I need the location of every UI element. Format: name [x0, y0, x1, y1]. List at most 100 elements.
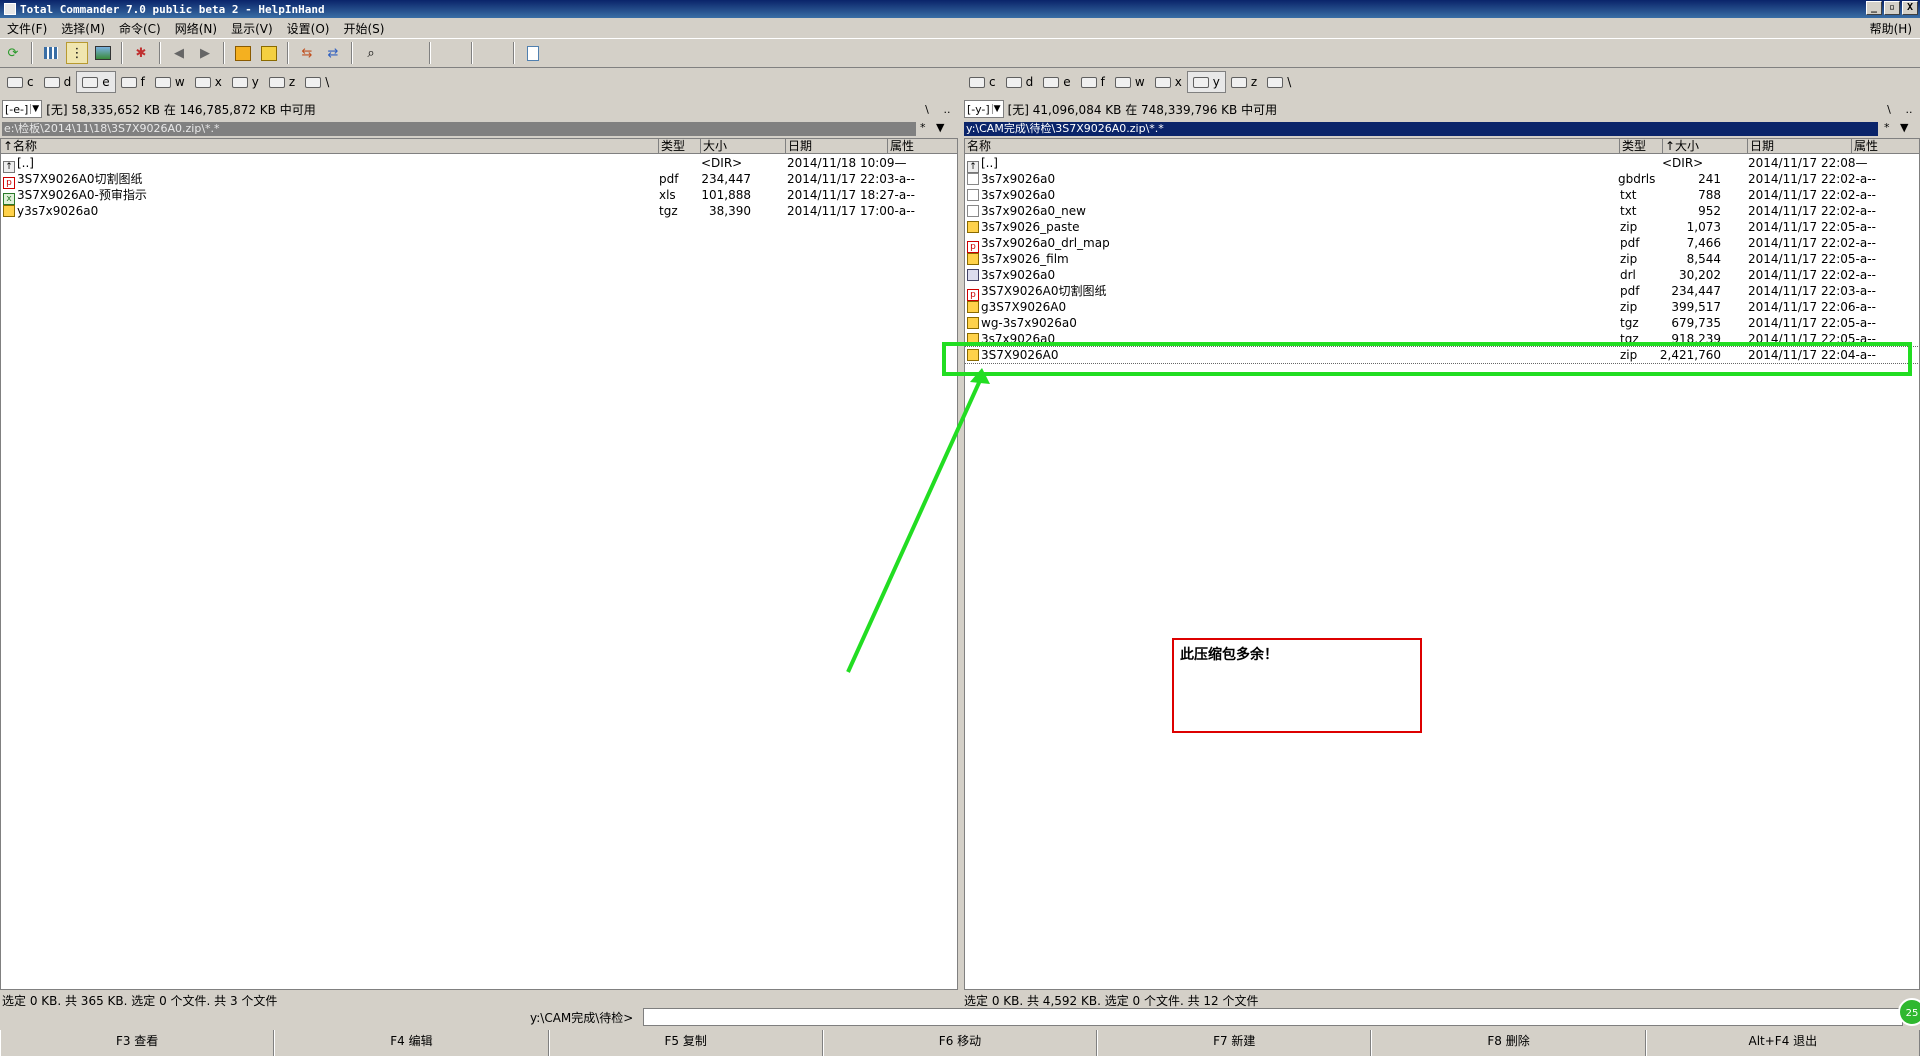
right-header-attr[interactable]: 属性	[1852, 139, 1919, 154]
pack-icon[interactable]	[232, 42, 254, 64]
right-drive-network[interactable]: \	[1262, 72, 1296, 92]
left-drive-c[interactable]: c	[2, 72, 39, 92]
file-row[interactable]: p 3S7X9026A0切割图纸 pdf 234,447 2014/11/17 2…	[1, 171, 957, 189]
annotation-note-text: 此压缩包多余！	[1180, 647, 1278, 663]
left-header-date[interactable]: 日期	[786, 139, 888, 154]
left-parent-button[interactable]: ..	[940, 103, 954, 116]
file-size: 399,517	[1671, 300, 1721, 314]
notepad-icon[interactable]	[522, 42, 544, 64]
f7-mkdir-button[interactable]: F7 新建	[1097, 1030, 1372, 1056]
refresh-icon[interactable]: ⟳	[2, 42, 24, 64]
left-drive-e[interactable]: e	[76, 71, 116, 93]
back-icon[interactable]: ◀	[168, 42, 190, 64]
left-drive-z[interactable]: z	[264, 72, 300, 92]
left-file-panel[interactable]: ↑名称 类型 大小 日期 属性 ↑ [..] <DIR> 2014/11/18 1…	[0, 138, 958, 990]
drive-label: w	[1134, 75, 1145, 89]
right-header-size[interactable]: ↑大小	[1663, 139, 1748, 154]
file-row[interactable]: 3s7x9026a0 drl 30,202 2014/11/17 22:02-a…	[965, 267, 1919, 283]
unpack-icon[interactable]	[258, 42, 280, 64]
find-icon[interactable]: ⌕	[360, 42, 382, 64]
menu-file[interactable]: 文件(F)	[0, 20, 54, 37]
right-drive-w[interactable]: w	[1110, 72, 1150, 92]
invert-selection-icon[interactable]: ✱	[130, 42, 152, 64]
file-row[interactable]: g3S7X9026A0 zip 399,517 2014/11/17 22:06…	[965, 299, 1919, 315]
file-row[interactable]: p 3s7x9026a0_drl_map pdf 7,466 2014/11/17…	[965, 235, 1919, 253]
right-header-date[interactable]: 日期	[1748, 139, 1852, 154]
file-row[interactable]: 3s7x9026a0 txt 788 2014/11/17 22:02-a--	[965, 187, 1919, 203]
file-row[interactable]: ↑ [..] <DIR> 2014/11/18 10:09—	[1, 155, 957, 173]
left-drive-network[interactable]: \	[300, 72, 334, 92]
maximize-button[interactable]: ▫	[1884, 1, 1900, 15]
alt-f4-exit-button[interactable]: Alt+F4 退出	[1645, 1030, 1920, 1056]
right-header-name[interactable]: 名称	[965, 139, 1620, 154]
left-drive-f[interactable]: f	[116, 72, 150, 92]
tree-icon[interactable]: ⋮	[66, 42, 88, 64]
file-row[interactable]: 3s7x9026a0 tgz 918,239 2014/11/17 22:05-…	[965, 331, 1919, 347]
right-file-panel[interactable]: 名称 类型 ↑大小 日期 属性 ↑ [..] <DIR> 2014/11/17 2…	[964, 138, 1920, 990]
file-row[interactable]: 3s7x9026a0 gbdrls 241 2014/11/17 22:02-a…	[965, 171, 1919, 187]
menu-select[interactable]: 选择(M)	[54, 20, 112, 37]
left-history-button[interactable]: ▼	[936, 121, 944, 134]
menu-help[interactable]: 帮助(H)	[1870, 20, 1912, 37]
right-drive-d[interactable]: d	[1001, 72, 1039, 92]
file-row[interactable]: 3s7x9026_paste zip 1,073 2014/11/17 22:0…	[965, 219, 1919, 235]
sync-dirs-icon[interactable]: ⇄	[322, 42, 344, 64]
file-date: 2014/11/17 22:05-a--	[1748, 220, 1876, 234]
left-root-button[interactable]: \	[920, 103, 934, 116]
file-row[interactable]: x 3S7X9026A0-预审指示 xls 101,888 2014/11/17 …	[1, 187, 957, 205]
toolbar-separator	[429, 42, 431, 64]
file-type: txt	[1620, 204, 1637, 218]
f5-copy-button[interactable]: F5 复制	[548, 1030, 823, 1056]
left-drive-d[interactable]: d	[39, 72, 77, 92]
minimize-button[interactable]: _	[1866, 1, 1882, 15]
brief-view-icon[interactable]	[40, 42, 62, 64]
menu-view[interactable]: 显示(V)	[224, 20, 280, 37]
command-line-input[interactable]	[643, 1008, 1903, 1026]
menu-network[interactable]: 网络(N)	[168, 20, 224, 37]
right-favorites-button[interactable]: *	[1884, 121, 1890, 134]
tray-badge-icon[interactable]: 25	[1898, 998, 1920, 1026]
right-drive-c[interactable]: c	[964, 72, 1001, 92]
right-root-button[interactable]: \	[1882, 103, 1896, 116]
f8-delete-button[interactable]: F8 删除	[1371, 1030, 1646, 1056]
right-drive-f[interactable]: f	[1076, 72, 1110, 92]
right-path-bar[interactable]: y:\CAM完成\待检\3S7X9026A0.zip\*.*	[964, 122, 1878, 136]
left-drive-x[interactable]: x	[190, 72, 227, 92]
forward-icon[interactable]: ▶	[194, 42, 216, 64]
left-drive-w[interactable]: w	[150, 72, 190, 92]
left-drive-y[interactable]: y	[227, 72, 264, 92]
f4-edit-button[interactable]: F4 编辑	[274, 1030, 549, 1056]
right-drive-y[interactable]: y	[1186, 71, 1226, 93]
file-row[interactable]: y3s7x9026a0 tgz 38,390 2014/11/17 17:00-…	[1, 203, 957, 219]
menu-commands[interactable]: 命令(C)	[112, 20, 168, 37]
file-row[interactable]: ↑ [..] <DIR> 2014/11/17 22:08—	[965, 155, 1919, 173]
file-row[interactable]: 3s7x9026_film zip 8,544 2014/11/17 22:05…	[965, 251, 1919, 267]
file-type: pdf	[1620, 236, 1640, 250]
menu-start[interactable]: 开始(S)	[336, 20, 391, 37]
left-favorites-button[interactable]: *	[920, 121, 926, 134]
file-row-focused[interactable]: 3S7X9026A0 zip 2,421,760 2014/11/17 22:0…	[965, 346, 1919, 364]
left-header-type[interactable]: 类型	[659, 139, 701, 154]
thumbnail-view-icon[interactable]	[92, 42, 114, 64]
left-header-size[interactable]: 大小	[701, 139, 786, 154]
right-header-type[interactable]: 类型	[1620, 139, 1663, 154]
right-parent-button[interactable]: ..	[1902, 103, 1916, 116]
left-header-name[interactable]: ↑名称	[1, 139, 659, 154]
file-size: 234,447	[1671, 284, 1721, 298]
f6-move-button[interactable]: F6 移动	[822, 1030, 1098, 1056]
menu-settings[interactable]: 设置(O)	[280, 20, 337, 37]
left-header-attr[interactable]: 属性	[888, 139, 957, 154]
file-row[interactable]: wg-3s7x9026a0 tgz 679,735 2014/11/17 22:…	[965, 315, 1919, 331]
file-row[interactable]: 3s7x9026a0_new txt 952 2014/11/17 22:02-…	[965, 203, 1919, 219]
right-drive-x[interactable]: x	[1150, 72, 1187, 92]
file-row[interactable]: p 3S7X9026A0切割图纸 pdf 234,447 2014/11/17 2…	[965, 283, 1919, 301]
right-drive-e[interactable]: e	[1038, 72, 1075, 92]
close-button[interactable]: X	[1902, 1, 1918, 15]
right-drive-z[interactable]: z	[1226, 72, 1262, 92]
f3-view-button[interactable]: F3 查看	[0, 1030, 275, 1056]
left-path-bar[interactable]: e:\检板\2014\11\18\3S7X9026A0.zip\*.*	[2, 122, 916, 136]
right-history-button[interactable]: ▼	[1900, 121, 1908, 134]
right-drive-combo[interactable]: [-y-] ▼	[964, 100, 1004, 118]
compare-dirs-icon[interactable]: ⇆	[296, 42, 318, 64]
left-drive-combo[interactable]: [-e-] ▼	[2, 100, 43, 118]
